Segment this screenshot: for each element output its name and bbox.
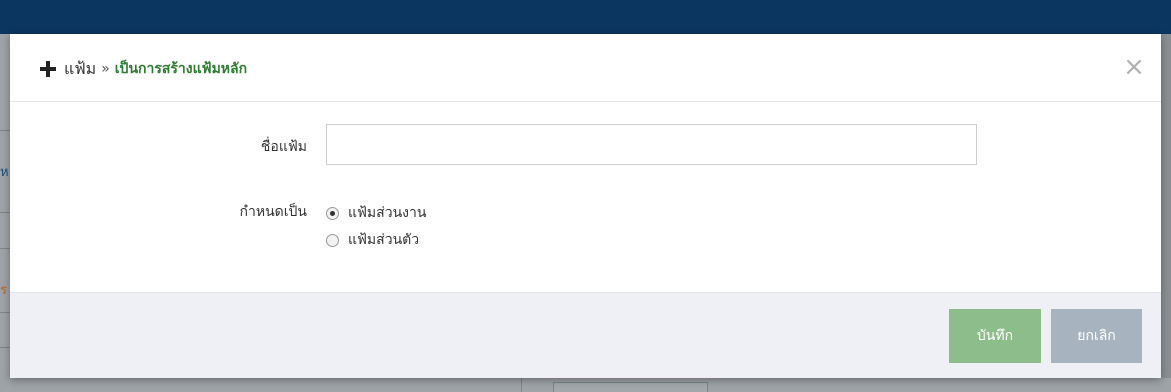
folder-type-label: กำหนดเป็น (239, 204, 307, 220)
save-button[interactable]: บันทึก (949, 309, 1041, 363)
close-icon[interactable]: × (1121, 54, 1147, 80)
background-left-text: ร (0, 284, 7, 298)
radio-option-label: แฟ้มส่วนงาน (348, 205, 427, 221)
background-left-divider (0, 347, 10, 348)
modal-header: แฟ้ม » เป็นการสร้างแฟ้มหลัก × (10, 34, 1161, 102)
modal-title: แฟ้ม » เป็นการสร้างแฟ้มหลัก (40, 58, 247, 80)
modal-title-sub: เป็นการสร้างแฟ้มหลัก (114, 61, 248, 77)
background-left-divider (0, 212, 10, 213)
cancel-button[interactable]: ยกเลิก (1051, 309, 1142, 363)
modal-footer: บันทึก ยกเลิก (10, 292, 1161, 378)
background-left-divider (0, 312, 10, 313)
create-folder-modal: แฟ้ม » เป็นการสร้างแฟ้มหลัก × ชื่อแฟ้ม ก… (10, 34, 1161, 378)
folder-name-input[interactable] (326, 124, 977, 165)
background-left-column (0, 34, 10, 392)
background-left-text: ห (0, 166, 9, 180)
background-bottom-divider (521, 378, 522, 392)
radio-button-checked[interactable] (326, 206, 339, 220)
radio-option-personal-folder[interactable]: แฟ้มส่วนตัว (326, 229, 419, 251)
radio-button[interactable] (326, 233, 339, 247)
plus-icon (40, 61, 56, 77)
modal-body: ชื่อแฟ้ม กำหนดเป็น แฟ้มส่วนงาน แฟ้มส่วนต… (10, 102, 1161, 292)
breadcrumb-separator: » (101, 61, 110, 77)
radio-option-department-folder[interactable]: แฟ้มส่วนงาน (326, 202, 426, 224)
modal-title-main: แฟ้ม (64, 58, 97, 78)
background-top-bar (0, 0, 1171, 34)
background-bottom-box (553, 382, 708, 392)
radio-option-label: แฟ้มส่วนตัว (348, 232, 420, 248)
background-left-divider (0, 248, 10, 249)
background-left-divider (0, 130, 10, 131)
folder-name-label: ชื่อแฟ้ม (260, 139, 307, 155)
